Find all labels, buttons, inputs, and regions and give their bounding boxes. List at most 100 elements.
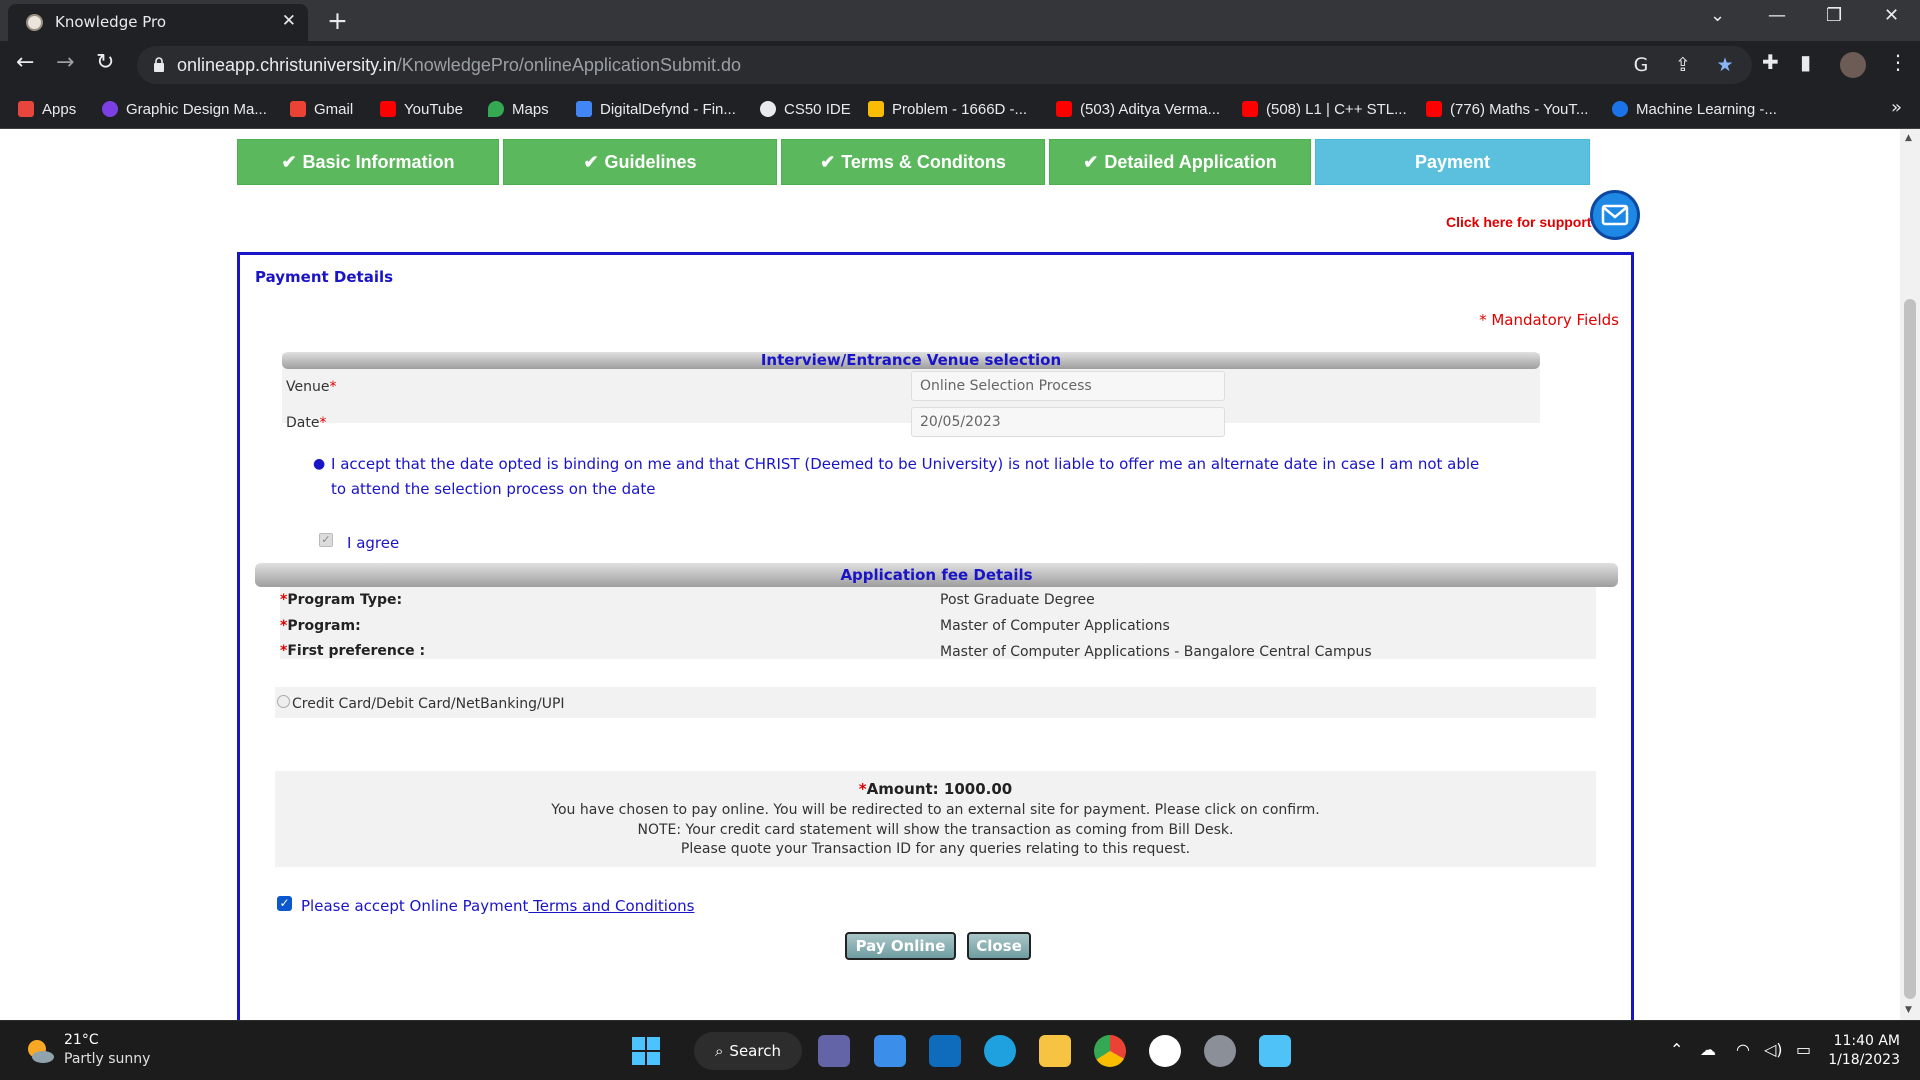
system-clock[interactable]: 11:40 AM 1/18/2023 <box>1828 1032 1900 1070</box>
scroll-thumb[interactable] <box>1904 299 1916 999</box>
taskbar-search[interactable]: ⌕ Search <box>694 1032 802 1070</box>
new-tab-icon[interactable]: + <box>327 6 348 35</box>
bookmark-cpp-stl[interactable]: (508) L1 | C++ STL... <box>1242 89 1407 129</box>
bullet-icon: ● <box>313 456 326 472</box>
first-preference-label: *First preference : <box>280 643 426 659</box>
bookmark-maths[interactable]: (776) Maths - YouT... <box>1426 89 1588 129</box>
word-app-icon[interactable] <box>1149 1035 1181 1067</box>
more-bookmarks-icon[interactable]: » <box>1891 97 1902 118</box>
weather-temperature: 21°C <box>64 1032 99 1048</box>
step-payment[interactable]: Payment <box>1315 139 1590 185</box>
extensions-icon[interactable]: ✚ <box>1762 50 1779 74</box>
google-lens-icon[interactable]: G <box>1630 54 1652 76</box>
checkmark-icon: ✔ <box>820 151 836 172</box>
maps-icon <box>488 101 504 117</box>
tab-search-chevron-icon[interactable]: ⌄ <box>1710 5 1725 26</box>
terms-conditions-link[interactable]: Terms and Conditions <box>528 897 694 915</box>
step-basic-information[interactable]: ✔ Basic Information <box>237 139 499 185</box>
back-arrow-icon[interactable]: ← <box>16 50 34 75</box>
windows-start-icon[interactable] <box>630 1035 662 1067</box>
scroll-down-icon[interactable]: ▼ <box>1905 1005 1912 1015</box>
agree-checkbox[interactable]: ✓ <box>319 533 333 547</box>
codeforces-icon <box>868 101 884 117</box>
restore-icon[interactable]: ❐ <box>1826 5 1842 26</box>
bookmark-machine-learning[interactable]: Machine Learning -... <box>1612 89 1777 129</box>
bookmark-cs50[interactable]: CS50 IDE <box>760 89 851 129</box>
wifi-icon[interactable]: ◠ <box>1736 1040 1750 1059</box>
youtube-icon <box>1242 101 1258 117</box>
lock-icon <box>154 57 164 72</box>
bookmark-maps[interactable]: Maps <box>488 89 549 129</box>
menu-kebab-icon[interactable]: ⋮ <box>1888 50 1908 74</box>
window-close-icon[interactable]: ✕ <box>1884 5 1899 26</box>
payment-note-transaction: Please quote your Transaction ID for any… <box>680 841 1191 857</box>
bookmark-youtube[interactable]: YouTube <box>380 89 463 129</box>
bookmark-aditya-verma[interactable]: (503) Aditya Verma... <box>1056 89 1220 129</box>
url-text: onlineapp.christuniversity.in/KnowledgeP… <box>177 55 742 75</box>
clock-time: 11:40 AM <box>1833 1033 1900 1049</box>
chrome-icon[interactable] <box>1094 1035 1126 1067</box>
browser-tab-bar: Knowledge Pro ✕ + ⌄ — ❐ ✕ <box>0 0 1920 41</box>
step-detailed-application[interactable]: ✔ Detailed Application <box>1049 139 1311 185</box>
browser-toolbar: ← → ↻ onlineapp.christuniversity.in/Know… <box>0 41 1920 89</box>
bookmark-apps[interactable]: Apps <box>18 89 76 129</box>
support-mail-icon[interactable] <box>1590 190 1640 240</box>
support-link[interactable]: Click here for support <box>1446 214 1591 230</box>
ms-paint-icon[interactable] <box>1259 1035 1291 1067</box>
bookmarks-bar: Apps Graphic Design Ma... Gmail YouTube … <box>0 89 1920 129</box>
bookmark-gmail[interactable]: Gmail <box>290 89 353 129</box>
pay-online-button[interactable]: Pay Online <box>845 932 956 960</box>
desktop-icon[interactable] <box>874 1035 906 1067</box>
browser-tab[interactable]: Knowledge Pro ✕ <box>8 4 308 41</box>
date-field[interactable]: 20/05/2023 <box>911 407 1225 437</box>
fee-section-header: Application fee Details <box>255 563 1618 587</box>
amount-text: *Amount: 1000.00 <box>858 780 1013 798</box>
teams-chat-icon[interactable] <box>818 1035 850 1067</box>
payment-method-radio[interactable] <box>277 695 290 708</box>
minimize-icon[interactable]: — <box>1768 5 1786 26</box>
accept-terms-label: Please accept Online Payment Terms and C… <box>301 897 695 915</box>
payment-note-redirect: You have chosen to pay online. You will … <box>551 802 1320 818</box>
payment-details-panel: Payment Details * Mandatory Fields Inter… <box>237 252 1634 1020</box>
bookmark-problem[interactable]: Problem - 1666D -... <box>868 89 1027 129</box>
fee-block <box>280 587 1596 659</box>
panel-title: Payment Details <box>255 268 394 286</box>
checkmark-icon: ✔ <box>1083 151 1099 172</box>
file-explorer-icon[interactable] <box>1039 1035 1071 1067</box>
volume-icon[interactable]: ◁) <box>1764 1040 1783 1059</box>
forward-arrow-icon[interactable]: → <box>56 50 74 75</box>
share-icon[interactable]: ⇪ <box>1672 54 1694 76</box>
search-icon: ⌕ <box>715 1042 724 1060</box>
program-label: *Program: <box>280 618 361 634</box>
tab-title: Knowledge Pro <box>55 13 167 31</box>
step-terms-conditions[interactable]: ✔ Terms & Conditons <box>781 139 1045 185</box>
bookmark-graphic-design[interactable]: Graphic Design Ma... <box>102 89 267 129</box>
battery-icon[interactable]: ▭ <box>1796 1040 1811 1059</box>
scroll-up-icon[interactable]: ▲ <box>1905 133 1912 143</box>
bookmark-digitaldefynd[interactable]: DigitalDefynd - Fin... <box>576 89 736 129</box>
reload-icon[interactable]: ↻ <box>96 50 114 75</box>
venue-label: Venue* <box>286 379 337 395</box>
onedrive-cloud-icon[interactable]: ☁ <box>1700 1040 1716 1059</box>
settings-gear-icon[interactable] <box>1204 1035 1236 1067</box>
venue-field[interactable]: Online Selection Process <box>911 371 1225 401</box>
tab-close-icon[interactable]: ✕ <box>282 11 296 31</box>
step-guidelines[interactable]: ✔ Guidelines <box>503 139 777 185</box>
side-panel-icon[interactable]: ▮ <box>1800 50 1811 74</box>
mandatory-fields-note: * Mandatory Fields <box>1479 311 1619 329</box>
address-bar[interactable]: onlineapp.christuniversity.in/KnowledgeP… <box>137 46 1752 84</box>
close-button[interactable]: Close <box>967 932 1031 960</box>
gmail-icon <box>290 101 306 117</box>
show-hidden-icons-icon[interactable]: ⌃ <box>1670 1040 1683 1059</box>
accept-terms-checkbox[interactable]: ✓ <box>277 896 292 911</box>
profile-avatar[interactable] <box>1840 52 1866 78</box>
bookmark-star-icon[interactable]: ★ <box>1714 54 1736 76</box>
mail-icon[interactable] <box>929 1035 961 1067</box>
windows-taskbar: 21°C Partly sunny ⌕ Search ⌃ ☁ ◠ ◁) ▭ 11… <box>0 1020 1920 1080</box>
page-scrollbar[interactable]: ▲ ▼ <box>1900 129 1920 1020</box>
coursera-icon <box>1612 101 1628 117</box>
youtube-icon <box>380 101 396 117</box>
edge-browser-icon[interactable] <box>984 1035 1016 1067</box>
apps-grid-icon <box>18 101 34 117</box>
partly-sunny-icon <box>28 1040 54 1063</box>
